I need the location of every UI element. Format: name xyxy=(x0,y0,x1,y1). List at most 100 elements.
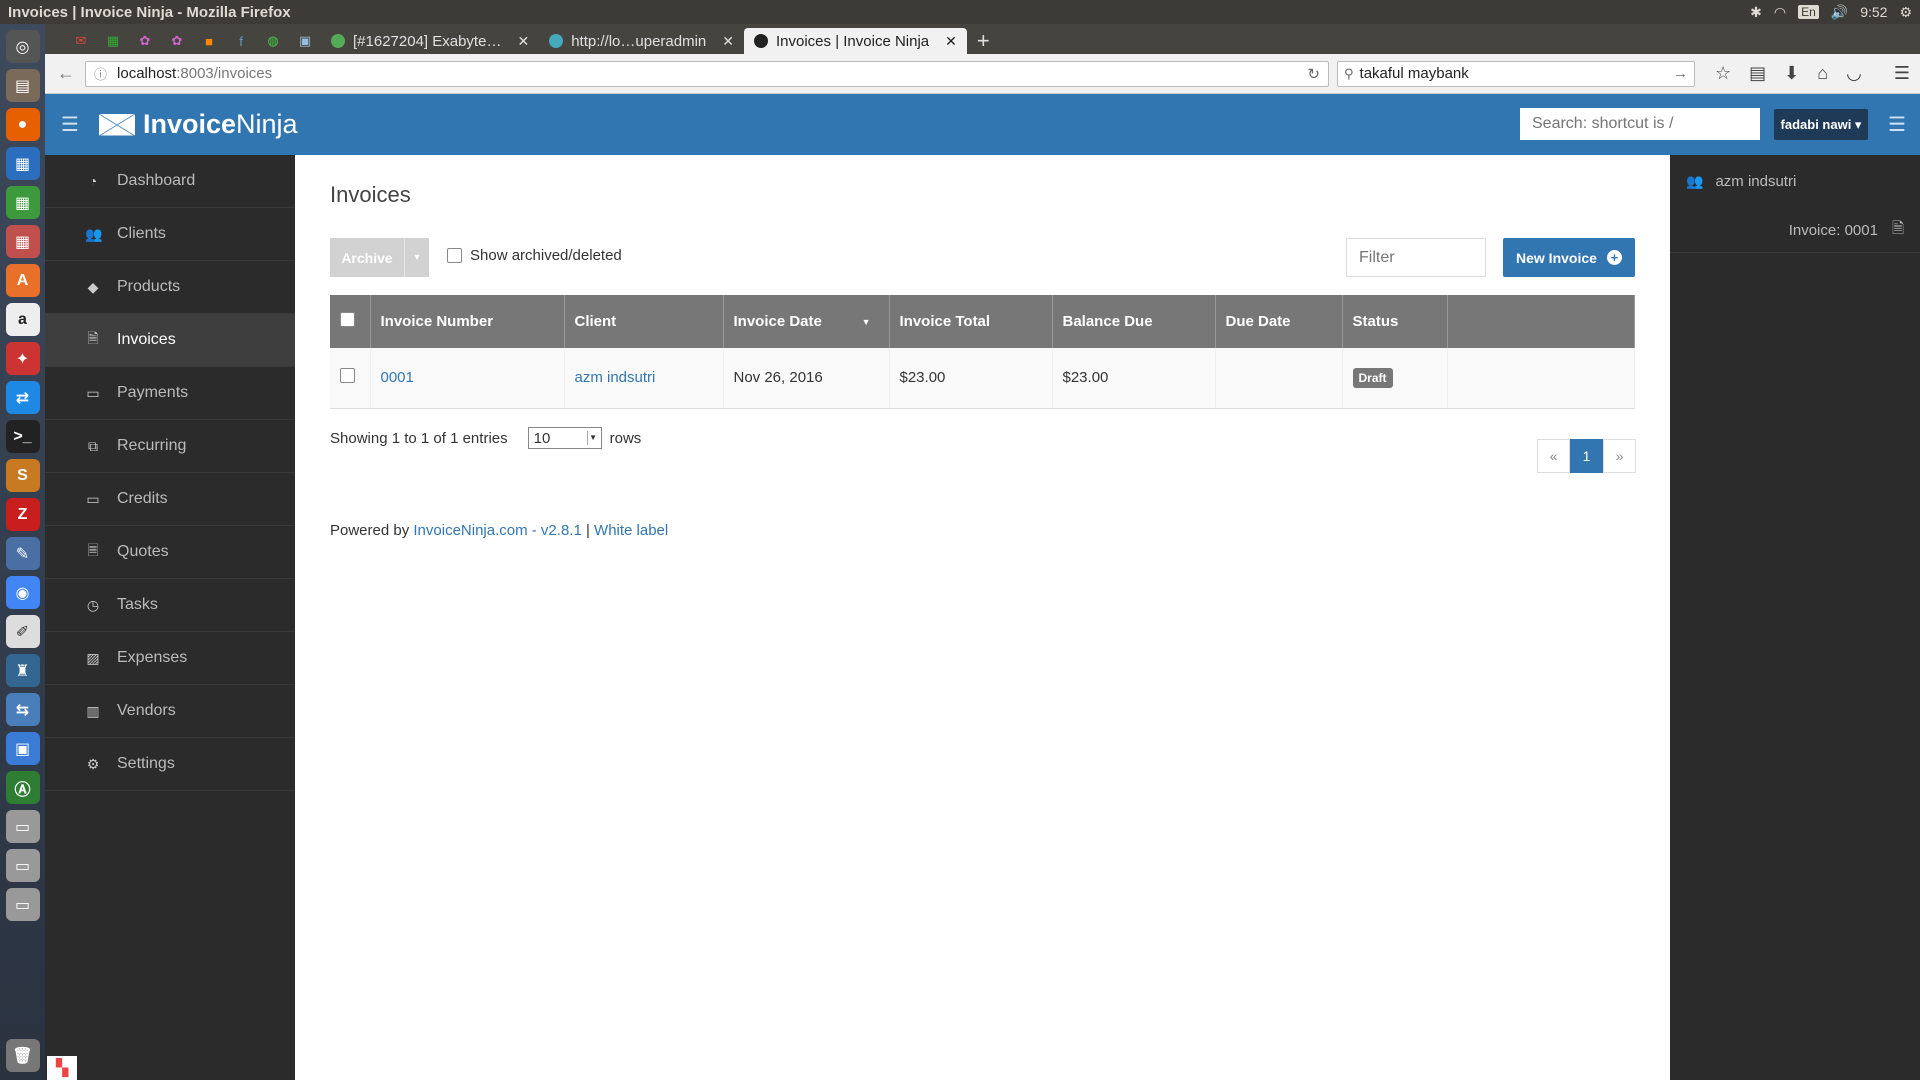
tab-superadmin[interactable]: http://lo…uperadmin ✕ xyxy=(539,28,744,54)
recent-invoice-item[interactable]: Invoice: 0001 🗎 xyxy=(1670,208,1920,253)
recent-client-item[interactable]: 👥 azm indsutri xyxy=(1670,155,1920,208)
reload-icon[interactable]: ↻ xyxy=(1307,65,1320,83)
browser-menu-icon[interactable]: ☰ xyxy=(1894,63,1910,84)
terminal-icon[interactable]: >_ xyxy=(5,420,40,453)
tab-exabyte[interactable]: [#1627204] Exabyte… ✕ xyxy=(321,28,539,54)
col-due-date[interactable]: Due Date xyxy=(1215,295,1343,348)
close-tab-icon[interactable]: ✕ xyxy=(945,33,957,50)
teamviewer-icon[interactable]: ⇄ xyxy=(5,381,40,414)
pinned-tab-page[interactable]: ▣ xyxy=(289,28,321,54)
sidebar-item-vendors[interactable]: ▥ Vendors xyxy=(45,685,295,738)
drive-icon[interactable]: ▭ xyxy=(5,810,40,843)
sidebar-item-tasks[interactable]: ◷ Tasks xyxy=(45,579,295,632)
info-icon[interactable]: ⓘ xyxy=(94,64,107,83)
col-invoice-total[interactable]: Invoice Total xyxy=(889,295,1053,348)
app-indicator-icon[interactable]: ▚ xyxy=(47,1056,77,1080)
back-arrow-icon[interactable]: ← xyxy=(51,59,81,89)
close-tab-icon[interactable]: ✕ xyxy=(517,33,529,50)
amazon-icon[interactable]: a xyxy=(5,303,40,336)
pinned-tab-app[interactable]: ✿ xyxy=(129,28,161,54)
filezilla-icon[interactable]: Z xyxy=(5,498,40,531)
col-balance-due[interactable]: Balance Due xyxy=(1052,295,1216,348)
invoice-number-link[interactable]: 0001 xyxy=(381,369,414,386)
sidebar-item-products[interactable]: ◆ Products xyxy=(45,261,295,314)
new-invoice-button[interactable]: New Invoice + xyxy=(1503,238,1635,277)
pinned-tab-facebook[interactable]: f xyxy=(225,28,257,54)
download-icon[interactable]: ⬇ xyxy=(1784,63,1799,84)
browser-search-bar[interactable]: ⚲ takaful maybank → xyxy=(1337,60,1695,87)
drive-icon[interactable]: ▭ xyxy=(5,849,40,882)
sublime-icon[interactable]: S xyxy=(5,459,40,492)
invoiceninja-link[interactable]: InvoiceNinja.com - v2.8.1 xyxy=(413,522,581,539)
go-arrow-icon[interactable]: → xyxy=(1673,65,1688,82)
pinned-tab-sheets[interactable]: ▦ xyxy=(97,28,129,54)
sidebar-toggle-icon[interactable]: ☰ xyxy=(61,112,81,137)
pocket-icon[interactable]: ◡ xyxy=(1846,63,1862,84)
sidebar-item-payments[interactable]: ▭ Payments xyxy=(45,367,295,420)
firefox-icon[interactable]: ● xyxy=(5,108,40,141)
col-status[interactable]: Status xyxy=(1342,295,1448,348)
wifi-icon[interactable]: ◠ xyxy=(1774,4,1786,21)
pagination-prev[interactable]: « xyxy=(1537,439,1570,473)
rows-per-page-select[interactable]: 10 ▼ xyxy=(527,427,602,449)
gedit-icon[interactable]: ✐ xyxy=(5,615,40,648)
show-archived-checkbox[interactable] xyxy=(447,248,462,263)
files-app-icon[interactable]: ▤ xyxy=(5,69,40,102)
text-editor-icon[interactable]: ✎ xyxy=(5,537,40,570)
sidebar-item-expenses[interactable]: ▨ Expenses xyxy=(45,632,295,685)
system-gear-icon[interactable]: ⚙ xyxy=(1899,4,1912,21)
pinned-tab-gmail[interactable]: ✉ xyxy=(65,28,97,54)
dash-icon[interactable]: ◎ xyxy=(5,30,40,63)
bluetooth-icon[interactable]: ✱ xyxy=(1750,4,1762,21)
updater-icon[interactable]: Ⓐ xyxy=(5,771,40,804)
pinned-tab-blogger[interactable]: ■ xyxy=(193,28,225,54)
row-checkbox[interactable] xyxy=(340,368,355,384)
archive-button[interactable]: Archive xyxy=(330,250,404,266)
sidebar-item-clients[interactable]: 👥 Clients xyxy=(45,208,295,261)
col-invoice-number[interactable]: Invoice Number xyxy=(370,295,565,348)
sidebar-item-dashboard[interactable]: ◔ Dashboard xyxy=(45,155,295,208)
url-bar[interactable]: ⓘ localhost:8003/invoices ↻ xyxy=(85,60,1329,87)
clock[interactable]: 9:52 xyxy=(1860,4,1887,20)
bookmark-star-icon[interactable]: ☆ xyxy=(1715,63,1731,84)
white-label-link[interactable]: White label xyxy=(594,522,668,539)
sidebar-item-credits[interactable]: ▭ Credits xyxy=(45,473,295,526)
home-icon[interactable]: ⌂ xyxy=(1817,63,1828,84)
trash-icon[interactable]: 🗑 xyxy=(5,1039,40,1072)
chrome-icon[interactable]: ◉ xyxy=(5,576,40,609)
sidebar-item-recurring[interactable]: ⧉ Recurring xyxy=(45,420,295,473)
app-logo[interactable]: InvoiceNinja xyxy=(99,109,298,140)
client-link[interactable]: azm indsutri xyxy=(575,369,656,386)
pagination-page-1[interactable]: 1 xyxy=(1570,439,1603,473)
show-archived-toggle[interactable]: Show archived/deleted xyxy=(447,247,622,264)
writer-icon[interactable]: ▦ xyxy=(5,147,40,180)
right-panel-toggle-icon[interactable]: ☰ xyxy=(1888,112,1906,137)
keyboard-language[interactable]: En xyxy=(1798,5,1819,19)
new-tab-button[interactable]: + xyxy=(967,28,1000,54)
user-menu-button[interactable]: fadabi nawi ▾ xyxy=(1774,109,1868,140)
sidebar-item-settings[interactable]: ⚙ Settings xyxy=(45,738,295,791)
pinned-tab-app[interactable]: ✿ xyxy=(161,28,193,54)
select-all-checkbox[interactable] xyxy=(340,312,355,327)
filter-input[interactable] xyxy=(1346,238,1486,277)
volume-icon[interactable]: 🔊 xyxy=(1831,4,1848,21)
tab-invoices[interactable]: Invoices | Invoice Ninja ✕ xyxy=(744,28,967,54)
col-client[interactable]: Client xyxy=(564,295,724,348)
impress-icon[interactable]: ▦ xyxy=(5,225,40,258)
archive-dropdown-caret-icon[interactable]: ▾ xyxy=(404,238,429,277)
settings-app-icon[interactable]: ✦ xyxy=(5,342,40,375)
global-search-input[interactable] xyxy=(1520,108,1760,140)
sidebar-item-quotes[interactable]: 🗏 Quotes xyxy=(45,526,295,579)
drive-icon[interactable]: ▭ xyxy=(5,888,40,921)
pinned-tab-whatsapp[interactable]: ◍ xyxy=(257,28,289,54)
col-invoice-date[interactable]: Invoice Date ▼ xyxy=(723,295,890,348)
calc-icon[interactable]: ▦ xyxy=(5,186,40,219)
close-tab-icon[interactable]: ✕ xyxy=(722,33,734,50)
software-center-icon[interactable]: A xyxy=(5,264,40,297)
monitor-icon[interactable]: ▣ xyxy=(5,732,40,765)
postgres-icon[interactable]: ♜ xyxy=(5,654,40,687)
sidebar-item-invoices[interactable]: 🗎 Invoices xyxy=(45,314,295,367)
pagination-next[interactable]: » xyxy=(1603,439,1636,473)
network-icon[interactable]: ⇆ xyxy=(5,693,40,726)
reading-list-icon[interactable]: ▤ xyxy=(1749,63,1766,84)
